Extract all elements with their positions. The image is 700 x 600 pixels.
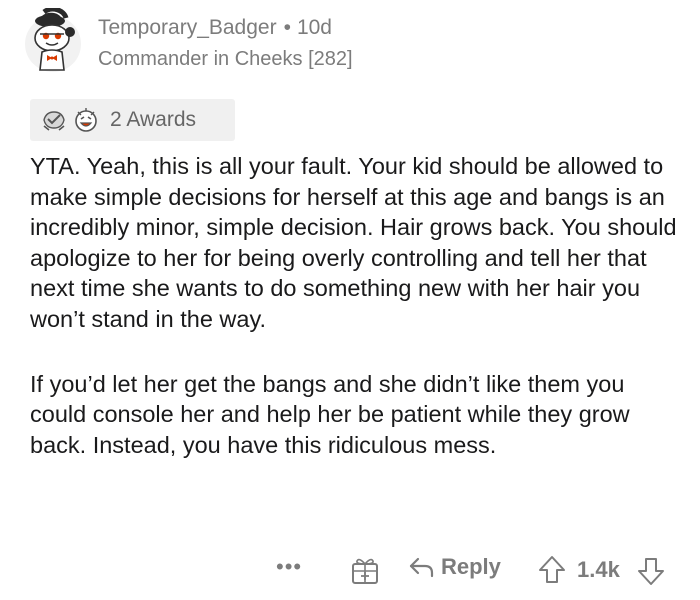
snoo-avatar-icon <box>25 6 81 72</box>
user-flair: Commander in Cheeks [282] <box>98 48 353 70</box>
comment-paragraph: If you’d let her get the bangs and she d… <box>30 370 630 458</box>
reply-arrow-icon <box>409 557 434 578</box>
user-avatar[interactable] <box>22 6 84 74</box>
laughing-face-award-icon <box>75 108 97 132</box>
comment-body: YTA. Yeah, this is all your fault. Your … <box>30 151 682 460</box>
upvote-arrow-icon[interactable] <box>538 555 566 585</box>
awards-count: 2 Awards <box>110 108 196 131</box>
awards-bar[interactable]: 2 Awards <box>30 99 235 141</box>
reply-button[interactable]: Reply <box>408 554 501 580</box>
reply-label: Reply <box>441 554 501 579</box>
comment-meta: Temporary_Badger • 10d <box>98 16 332 40</box>
comment-age: 10d <box>296 16 332 39</box>
more-options-button[interactable]: ••• <box>276 554 302 580</box>
vote-score: 1.4k <box>577 557 620 582</box>
give-award-button[interactable] <box>350 556 380 586</box>
downvote-arrow-icon[interactable] <box>637 556 665 586</box>
meta-separator: • <box>283 16 291 39</box>
comment-paragraph: YTA. Yeah, this is all your fault. Your … <box>30 153 677 332</box>
wholesome-seal-award-icon <box>43 111 65 131</box>
author-username[interactable]: Temporary_Badger <box>98 16 277 39</box>
comment-action-bar: ••• Reply 1.4k <box>0 552 700 592</box>
